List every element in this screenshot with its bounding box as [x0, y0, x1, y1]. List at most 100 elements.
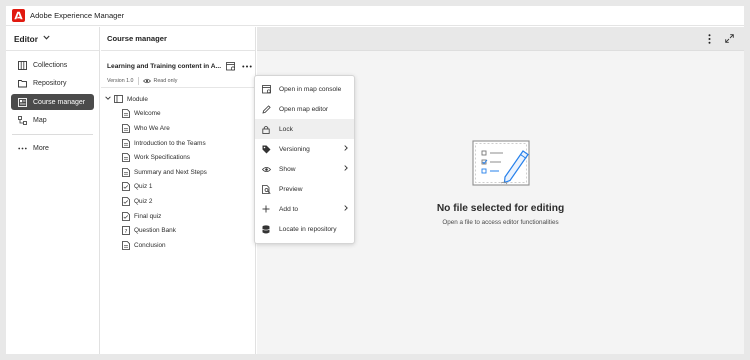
- collections-icon: [17, 60, 27, 70]
- tree-node-label: Welcome: [134, 110, 161, 118]
- tree-node-module[interactable]: Module: [101, 92, 255, 107]
- meta-divider: [137, 76, 139, 85]
- course-manager-icon: [17, 97, 27, 107]
- menu-item-lock[interactable]: Lock: [255, 119, 354, 139]
- nav-divider: [12, 133, 93, 135]
- read-only-label: Read only: [153, 77, 178, 84]
- tree-node-quiz[interactable]: Quiz 2: [101, 194, 255, 209]
- eye-icon: [261, 164, 271, 174]
- menu-item-label: Versioning: [279, 145, 310, 153]
- menu-item-open-map-editor[interactable]: Open map editor: [255, 99, 354, 119]
- menu-item-preview[interactable]: Preview: [255, 179, 354, 199]
- topic-file-icon: [121, 124, 130, 133]
- menu-item-versioning[interactable]: Versioning: [255, 139, 354, 159]
- map-console-icon: [261, 84, 271, 94]
- chevron-right-icon: [344, 165, 348, 173]
- tree-node-topic[interactable]: Who We Are: [101, 121, 255, 136]
- tree-node-label: Module: [127, 95, 148, 103]
- menu-item-label: Show: [279, 165, 296, 173]
- tree-node-topic[interactable]: Welcome: [101, 107, 255, 122]
- editor-dropdown[interactable]: Editor: [6, 27, 99, 51]
- nav-item-collections[interactable]: Collections: [11, 57, 94, 73]
- app-window: Adobe Experience Manager Editor Collecti…: [6, 6, 744, 354]
- tree-node-label: Final quiz: [134, 212, 162, 220]
- topic-file-icon: [121, 240, 130, 250]
- map-settings-icon[interactable]: [225, 60, 237, 72]
- tree-node-topic[interactable]: Introduction to the Teams: [101, 136, 255, 151]
- nav-item-label: Course manager: [33, 98, 86, 106]
- tag-icon: [261, 144, 271, 154]
- nav-item-more[interactable]: More: [11, 141, 94, 157]
- topic-file-icon: [121, 138, 130, 148]
- panel-title: Course manager: [101, 27, 255, 51]
- preview-icon: [261, 184, 271, 194]
- tree-node-label: Quiz 1: [134, 183, 153, 191]
- menu-item-locate-in-repository[interactable]: Locate in repository: [255, 219, 354, 239]
- app-title: Adobe Experience Manager: [30, 11, 125, 20]
- nav-item-repository[interactable]: Repository: [11, 76, 94, 92]
- nav-item-course-manager[interactable]: Course manager: [11, 94, 94, 110]
- kebab-menu-icon[interactable]: [702, 32, 716, 46]
- repository-icon: [17, 79, 27, 89]
- tree-node-topic[interactable]: Conclusion: [101, 238, 255, 253]
- editor-toolbar: [257, 27, 744, 51]
- map-header: Learning and Training content in A...: [101, 56, 255, 76]
- more-options-button[interactable]: [239, 60, 255, 72]
- more-horizontal-icon: [17, 144, 27, 154]
- menu-item-show[interactable]: Show: [255, 159, 354, 179]
- eye-icon: [142, 78, 151, 84]
- nav-item-label: Repository: [33, 80, 67, 87]
- menu-item-open-in-map-console[interactable]: Open in map console: [255, 79, 354, 99]
- menu-item-label: Add to: [279, 205, 299, 213]
- top-bar: Adobe Experience Manager: [6, 6, 744, 26]
- svg-text:?: ?: [124, 229, 127, 235]
- version-label: Version 1.0: [107, 77, 134, 84]
- quiz-icon: [121, 182, 130, 192]
- tree-node-question-bank[interactable]: ? Question Bank: [101, 223, 255, 238]
- quiz-icon: [121, 197, 130, 206]
- chevron-down-icon: [43, 35, 50, 42]
- left-nav: Editor Collections Repository Course man…: [6, 27, 100, 354]
- context-menu: Open in map console Open map editor Lock…: [254, 75, 355, 244]
- menu-item-label: Locate in repository: [279, 225, 337, 233]
- tree-node-label: Question Bank: [134, 227, 176, 235]
- tree-node-label: Quiz 2: [134, 197, 153, 205]
- tree-node-label: Summary and Next Steps: [134, 168, 207, 176]
- tree-node-topic[interactable]: Work Specifications: [101, 150, 255, 165]
- map-meta: Version 1.0 Read only: [101, 76, 255, 88]
- tree-node-quiz[interactable]: Quiz 1: [101, 180, 255, 195]
- nav-item-label: Map: [33, 117, 47, 124]
- adobe-logo-icon: [12, 9, 25, 22]
- tree-node-quiz[interactable]: Final quiz: [101, 209, 255, 224]
- course-manager-panel: Course manager Learning and Training con…: [101, 27, 256, 354]
- menu-item-label: Lock: [279, 125, 293, 133]
- question-bank-icon: ?: [121, 226, 130, 236]
- menu-item-add-to[interactable]: Add to: [255, 199, 354, 219]
- tree-node-topic[interactable]: Summary and Next Steps: [101, 165, 255, 180]
- editor-label: Editor: [14, 33, 38, 44]
- topic-file-icon: [121, 167, 130, 177]
- plus-icon: [261, 204, 271, 214]
- chevron-down-icon[interactable]: [105, 96, 111, 102]
- map-title[interactable]: Learning and Training content in A...: [107, 63, 223, 70]
- topic-file-icon: [121, 153, 130, 163]
- pencil-icon: [261, 104, 271, 114]
- nav-item-map[interactable]: Map: [11, 113, 94, 129]
- chevron-right-icon: [344, 205, 348, 213]
- tree-node-label: Who We Are: [134, 124, 170, 132]
- map-icon: [17, 116, 27, 126]
- chevron-right-icon: [344, 145, 348, 153]
- menu-item-label: Open map editor: [279, 105, 329, 113]
- lock-icon: [261, 124, 271, 134]
- course-tree: Module Welcome Who We Are Introduction t…: [101, 88, 255, 253]
- nav-item-label: Collections: [33, 61, 68, 69]
- quiz-icon: [121, 211, 130, 221]
- database-icon: [261, 224, 271, 234]
- tree-node-label: Introduction to the Teams: [134, 139, 206, 147]
- module-icon: [114, 95, 123, 104]
- menu-item-label: Preview: [279, 185, 303, 193]
- topic-file-icon: [121, 109, 130, 119]
- nav-item-label: More: [33, 145, 49, 152]
- menu-item-label: Open in map console: [279, 85, 342, 93]
- expand-icon[interactable]: [722, 32, 736, 46]
